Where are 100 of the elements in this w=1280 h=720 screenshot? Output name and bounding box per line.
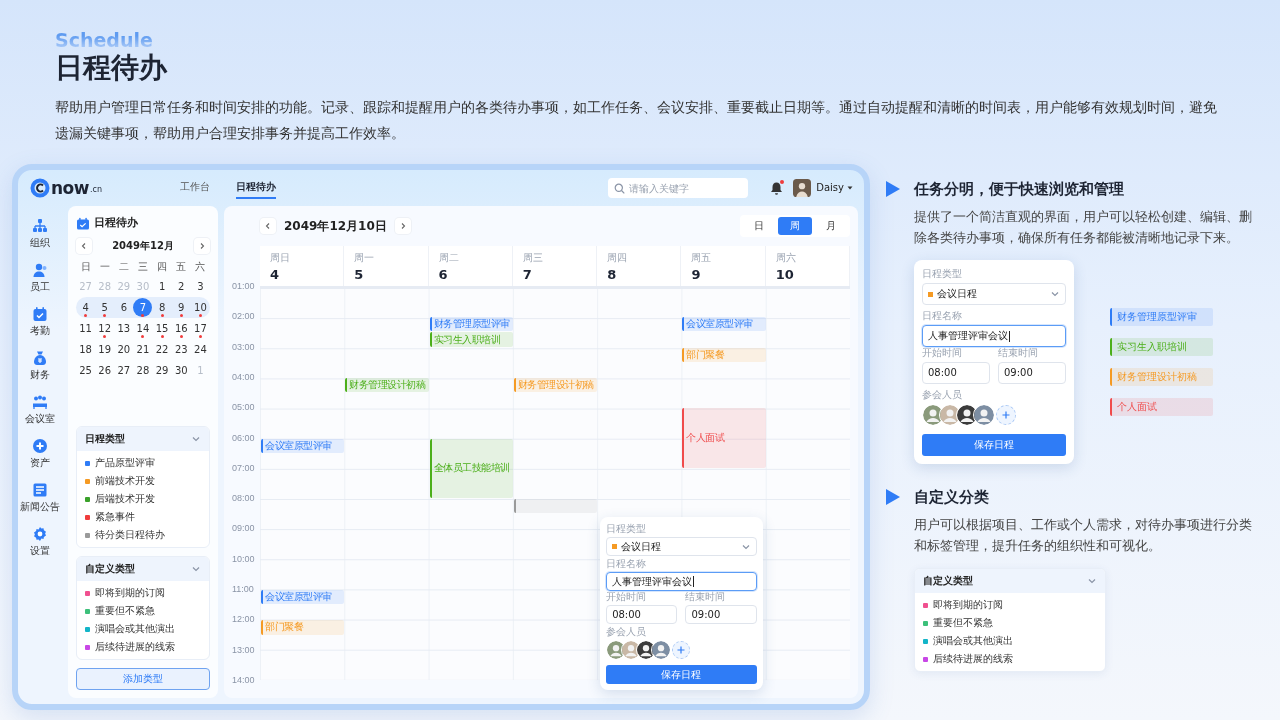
calendar-day[interactable]: 13 <box>114 319 134 338</box>
time-label: 08:00 <box>232 493 256 504</box>
add-attendee-button[interactable] <box>672 641 691 659</box>
calendar-day[interactable]: 30 <box>171 361 191 380</box>
previous-month-button[interactable] <box>76 238 92 254</box>
weekday-label: 四 <box>157 261 168 273</box>
category-item[interactable]: 重要但不紧急 <box>77 602 209 620</box>
calendar-event[interactable]: 会议室原型评审 <box>261 438 345 453</box>
calendar-day[interactable]: 29 <box>152 361 172 380</box>
calendar-day[interactable]: 18 <box>76 340 96 359</box>
sidebar-item[interactable]: 财务 <box>18 348 62 383</box>
field-label: 参会人员 <box>606 626 648 638</box>
name-input[interactable]: 人事管理评审会议 <box>606 572 757 591</box>
category-item[interactable]: 演唱会或其他演出 <box>77 620 209 638</box>
chevron-left-icon <box>80 242 88 250</box>
field-label: 开始时间 <box>922 347 963 359</box>
category-item[interactable]: 重要但不紧急 <box>915 614 1105 632</box>
type-select[interactable]: 会议日程 <box>922 283 1066 305</box>
calendar-day[interactable]: 8 <box>152 298 172 317</box>
time-input[interactable]: 09:00 <box>998 362 1066 384</box>
search-field[interactable]: 请输入关键字 <box>608 178 749 198</box>
calendar-day[interactable]: 2 <box>171 277 191 296</box>
logo-domain: .cn <box>90 185 102 195</box>
view-tab[interactable]: 月 <box>814 217 848 235</box>
calendar-day[interactable]: 21 <box>133 340 153 359</box>
type-select[interactable]: 会议日程 <box>606 537 757 556</box>
category-item[interactable]: 即将到期的订阅 <box>915 596 1105 614</box>
event-block[interactable] <box>513 499 598 514</box>
next-month-button[interactable] <box>194 238 210 254</box>
category-item[interactable]: 后端技术开发 <box>77 490 209 508</box>
day-number: 8 <box>607 267 618 282</box>
calendar-day[interactable]: 14 <box>133 319 153 338</box>
nav-tab[interactable]: 日程待办 <box>236 177 276 199</box>
category-item[interactable]: 后续待进展的线索 <box>77 638 209 656</box>
sidebar-item[interactable]: 设置 <box>18 524 62 559</box>
calendar-event[interactable]: 会议室原型评审 <box>682 317 766 332</box>
nav-tab[interactable]: 工作台 <box>180 177 210 199</box>
calendar-day[interactable]: 10 <box>190 298 210 317</box>
sidebar-item[interactable]: 新闻公告 <box>18 480 62 515</box>
calendar-day[interactable]: 20 <box>114 340 134 359</box>
category-item[interactable]: 前端技术开发 <box>77 472 209 490</box>
calendar-day[interactable]: 6 <box>114 298 134 317</box>
add-category-button[interactable]: 添加类型 <box>76 668 210 690</box>
user-name[interactable]: Daisy <box>816 182 844 194</box>
bell-icon <box>770 181 784 195</box>
calendar-day[interactable]: 16 <box>171 319 191 338</box>
calendar-event[interactable]: 会议室原型评审 <box>261 590 345 605</box>
calendar-day[interactable]: 12 <box>95 319 115 338</box>
calendar-day[interactable]: 7 <box>133 298 153 317</box>
calendar-day[interactable]: 19 <box>95 340 115 359</box>
calendar-day[interactable]: 27 <box>114 361 134 380</box>
category-item[interactable]: 待分类日程待办 <box>77 526 209 544</box>
month-label: 2049年12月 <box>112 240 174 252</box>
sidebar-item[interactable]: 组织 <box>18 216 62 251</box>
settings-icon <box>32 526 48 542</box>
calendar-day[interactable]: 22 <box>152 340 172 359</box>
calendar-day[interactable]: 25 <box>76 361 96 380</box>
day-number: 10 <box>775 267 795 282</box>
sidebar-item[interactable]: 资产 <box>18 436 62 471</box>
weekday-label: 周三 <box>522 252 544 264</box>
time-input[interactable]: 09:00 <box>685 605 757 624</box>
calendar-day[interactable]: 28 <box>133 361 153 380</box>
sidebar-item[interactable]: 会议室 <box>18 392 62 427</box>
time-label: 06:00 <box>232 432 256 443</box>
calendar-day[interactable]: 24 <box>190 340 210 359</box>
day-number: 6 <box>438 267 449 282</box>
time-label: 09:00 <box>232 523 256 534</box>
view-tab[interactable]: 日 <box>742 217 776 235</box>
calendar-day[interactable]: 15 <box>152 319 172 338</box>
time-input[interactable]: 08:00 <box>606 605 678 624</box>
previous-week-button[interactable] <box>260 218 276 234</box>
time-label: 04:00 <box>232 371 256 382</box>
add-attendee-button[interactable] <box>996 405 1016 425</box>
calendar-day[interactable]: 26 <box>95 361 115 380</box>
calendar-day[interactable]: 17 <box>190 319 210 338</box>
view-tab[interactable]: 周 <box>778 217 812 235</box>
category-item[interactable]: 演唱会或其他演出 <box>915 632 1105 650</box>
next-week-button[interactable] <box>394 218 411 234</box>
calendar-day[interactable]: 5 <box>95 298 115 317</box>
chevron-left-icon <box>264 222 272 230</box>
calendar-day[interactable]: 4 <box>76 298 96 317</box>
notification-button[interactable] <box>768 179 786 197</box>
calendar-day[interactable]: 1 <box>152 277 172 296</box>
time-input[interactable]: 08:00 <box>922 362 990 384</box>
category-item[interactable]: 产品原型评审 <box>77 454 209 472</box>
calendar-day[interactable]: 11 <box>76 319 96 338</box>
calendar-event[interactable]: 财务管理原型评审 <box>429 317 513 332</box>
calendar-day[interactable]: 23 <box>171 340 191 359</box>
category-item[interactable]: 即将到期的订阅 <box>77 584 209 602</box>
sidebar-item[interactable]: 员工 <box>18 260 62 295</box>
category-item[interactable]: 后续待进展的线索 <box>915 650 1105 668</box>
avatar-icon <box>651 640 672 660</box>
name-input[interactable]: 人事管理评审会议 <box>922 325 1066 347</box>
weekday-label: 六 <box>195 261 206 273</box>
sidebar-item[interactable]: 考勤 <box>18 304 62 339</box>
save-button[interactable]: 保存日程 <box>606 665 757 684</box>
calendar-day[interactable]: 3 <box>190 277 210 296</box>
category-item[interactable]: 紧急事件 <box>77 508 209 526</box>
calendar-day[interactable]: 9 <box>171 298 191 317</box>
save-button[interactable]: 保存日程 <box>922 434 1066 456</box>
